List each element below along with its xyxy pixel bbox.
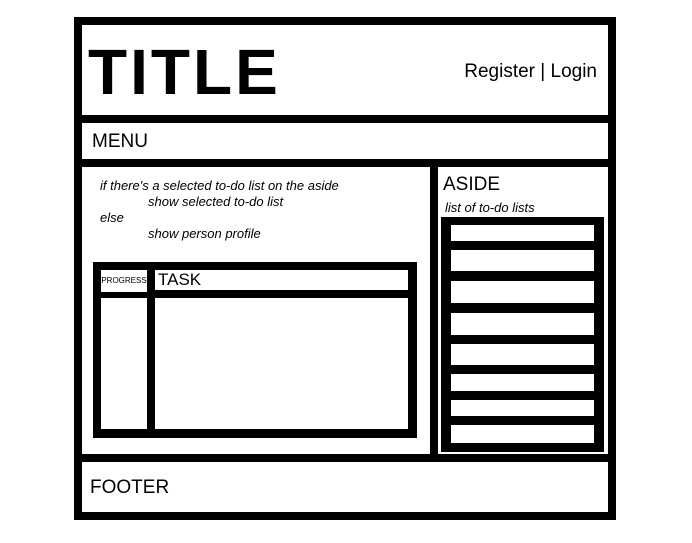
login-link[interactable]: Login	[551, 61, 598, 82]
page-title: TITLE	[88, 36, 281, 108]
pseudocode-line-3: else	[100, 210, 124, 225]
menu-bar[interactable]	[82, 123, 608, 159]
register-link[interactable]: Register	[464, 61, 535, 82]
footer-label: FOOTER	[90, 477, 170, 498]
task-column-header: TASK	[155, 270, 408, 290]
todo-list-item[interactable]	[451, 425, 594, 443]
pseudocode-line-4: show person profile	[148, 226, 261, 241]
progress-column	[101, 298, 147, 429]
todo-list-item[interactable]	[451, 344, 594, 365]
pseudocode-line-2: show selected to-do list	[148, 194, 284, 209]
todo-list-item[interactable]	[451, 400, 594, 416]
aside-subtitle: list of to-do lists	[445, 200, 535, 215]
auth-links: Register | Login	[464, 60, 597, 84]
aside-title: ASIDE	[443, 174, 501, 195]
auth-separator: |	[540, 61, 546, 82]
task-column	[155, 298, 408, 429]
pseudocode-line-1: if there's a selected to-do list on the …	[100, 178, 339, 193]
todo-list-item[interactable]	[451, 250, 594, 271]
todo-list-item[interactable]	[451, 313, 594, 335]
progress-column-header: PROGRESS	[101, 270, 147, 292]
todo-list-item[interactable]	[451, 281, 594, 303]
menu-label: MENU	[92, 131, 148, 152]
todo-list-item[interactable]	[451, 225, 594, 241]
todo-list-item[interactable]	[451, 374, 594, 391]
